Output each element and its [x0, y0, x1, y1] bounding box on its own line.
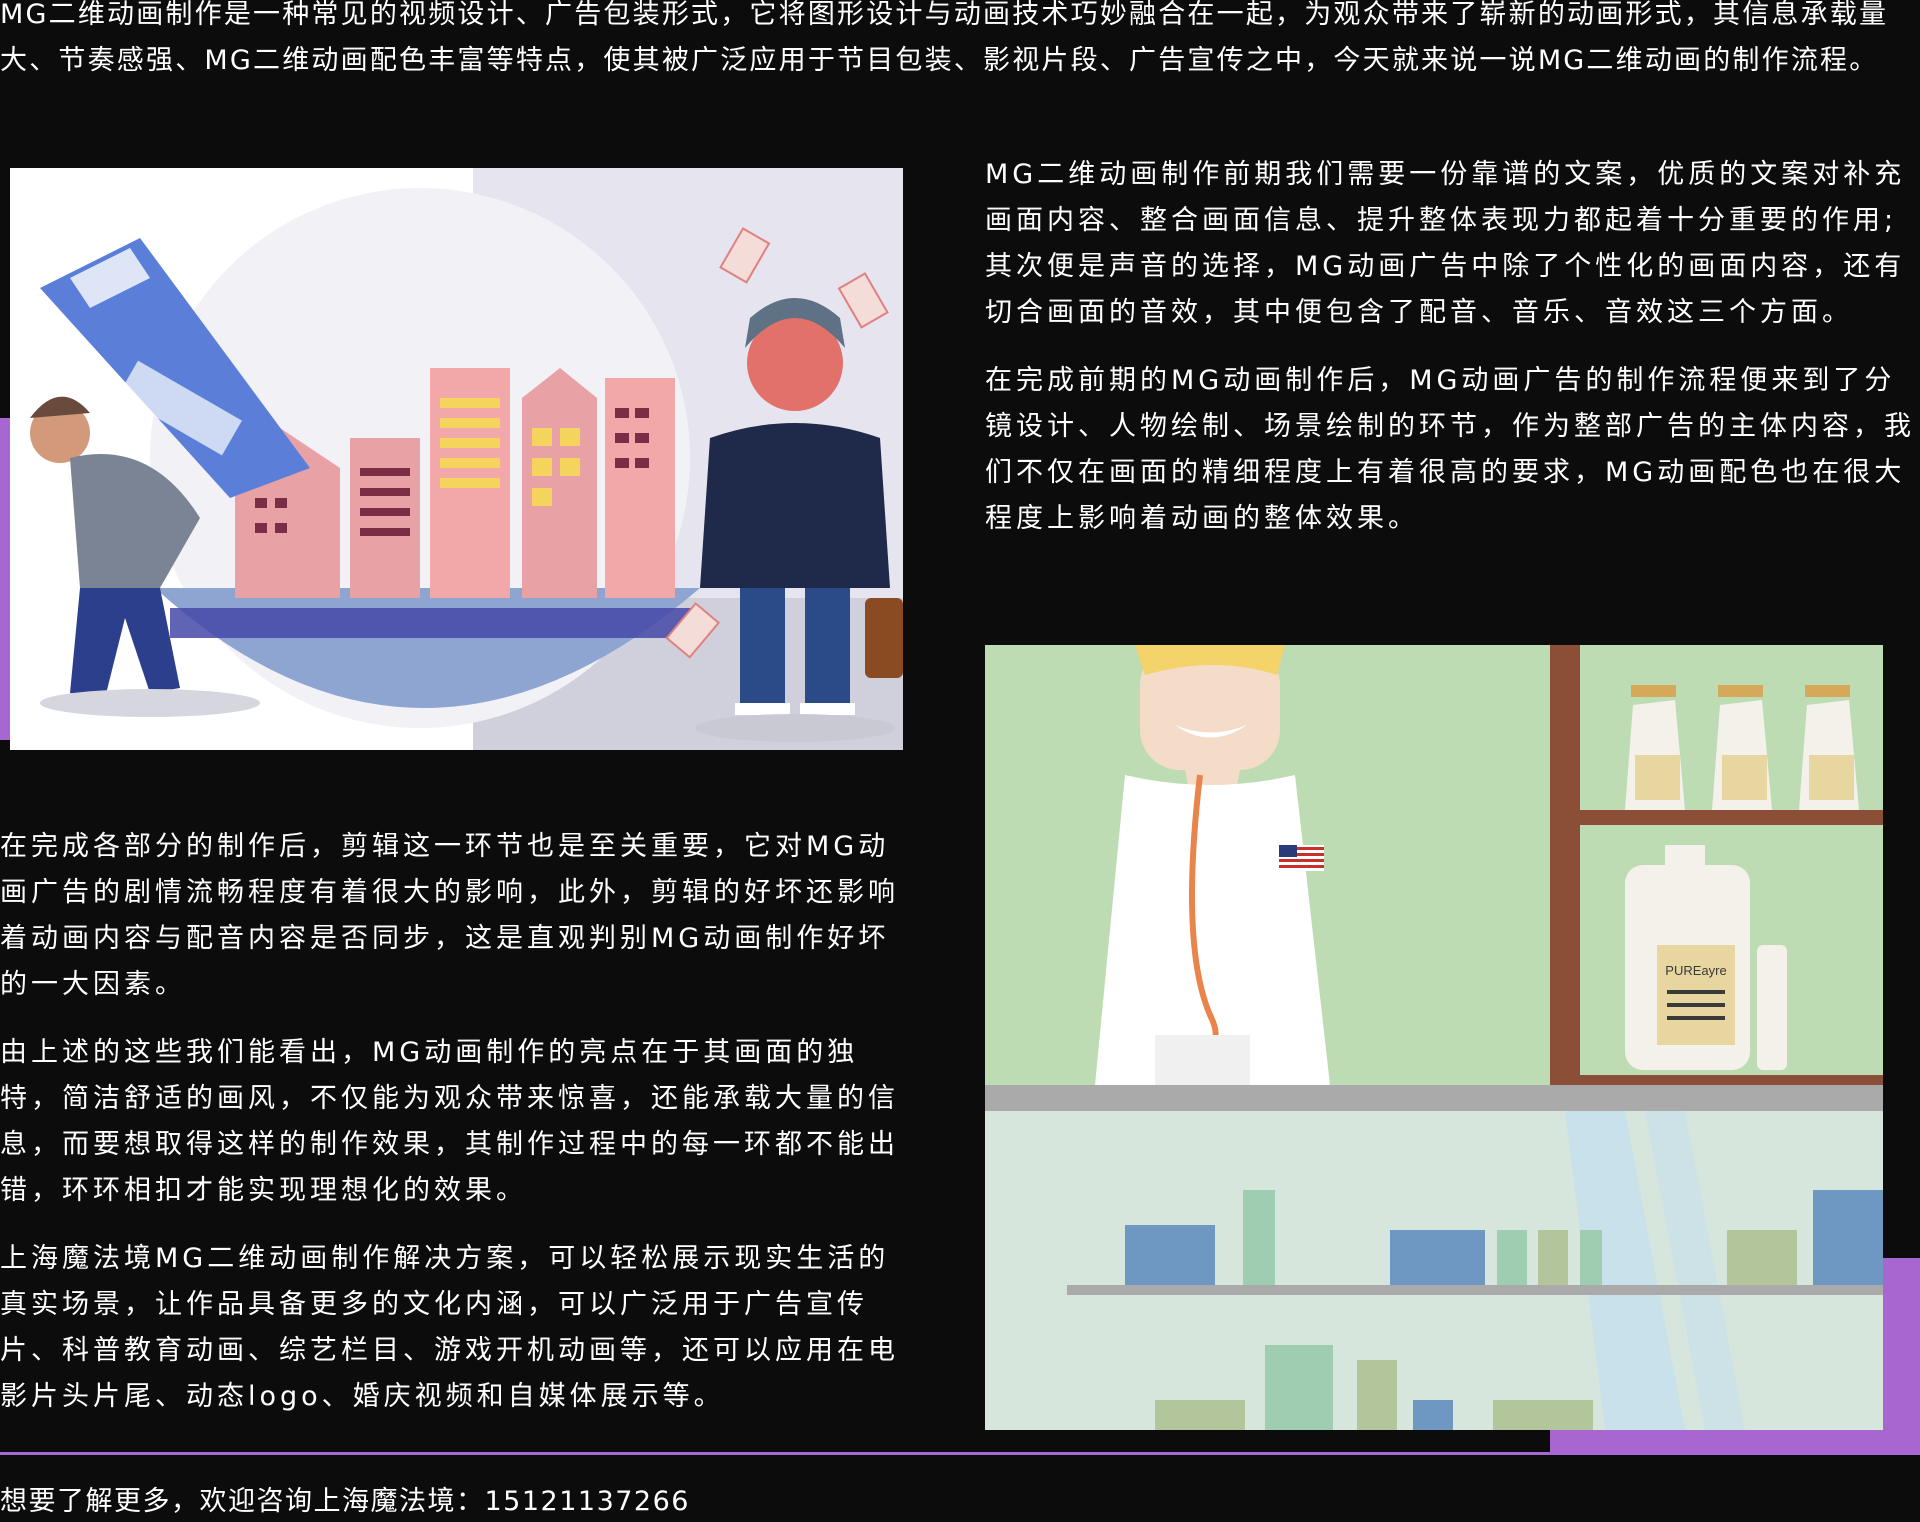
pharmacy-scene-illustration: PUREayre	[985, 645, 1883, 1430]
paragraph-solution: 上海魔法境MG二维动画制作解决方案，可以轻松展示现实生活的真实场景，让作品具备更…	[0, 1243, 899, 1412]
doctor-character	[1095, 645, 1330, 1090]
paragraph-editing: 在完成各部分的制作后，剪辑这一环节也是至关重要，它对MG动画广告的剧情流畅程度有…	[0, 831, 899, 1000]
contact-footer: 想要了解更多，欢迎咨询上海魔法境：15121137266	[0, 1486, 690, 1517]
pharmacy-scene-svg: PUREayre	[985, 645, 1883, 1430]
city-scene-illustration	[10, 168, 903, 750]
paragraph-highlights: 由上述的这些我们能看出，MG动画制作的亮点在于其画面的独特，简洁舒适的画风，不仅…	[0, 1037, 899, 1206]
city-scene-svg	[30, 168, 903, 750]
paragraph-copywriting: MG二维动画制作前期我们需要一份靠谱的文案，优质的文案对补充画面内容、整合画面信…	[985, 159, 1906, 328]
paragraph-storyboard: 在完成前期的MG动画制作后，MG动画广告的制作流程便来到了分镜设计、人物绘制、场…	[985, 365, 1915, 534]
spray-bottles	[1625, 685, 1859, 810]
intro-paragraph: MG二维动画制作是一种常见的视频设计、广告包装形式，它将图形设计与动画技术巧妙融…	[0, 0, 1889, 76]
footer-divider	[0, 1452, 1920, 1455]
jug-label: PUREayre	[1665, 963, 1726, 978]
